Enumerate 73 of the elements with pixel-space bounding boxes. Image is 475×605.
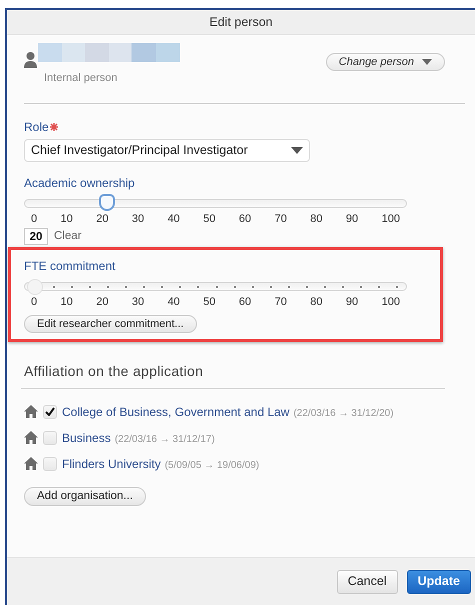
scale-label: 0: [31, 212, 38, 226]
tick-mark: [288, 286, 290, 288]
organisation-name[interactable]: College of Business, Government and Law: [62, 402, 290, 420]
tick-mark: [179, 286, 182, 288]
tick-mark: [324, 286, 326, 288]
house-icon: [24, 457, 38, 470]
add-organisation-button[interactable]: Add organisation...: [24, 486, 146, 506]
section-heading: Affiliation on the application: [24, 362, 204, 381]
scale-label: 70: [274, 212, 287, 226]
scale-label: 0: [31, 295, 38, 310]
checkbox[interactable]: [43, 430, 57, 444]
role-dropdown[interactable]: Chief Investigator/Principal Investigator: [24, 138, 310, 162]
scale-label: 70: [274, 295, 287, 310]
house-icon: [24, 405, 38, 418]
slider-thumb[interactable]: [99, 194, 116, 210]
scale-label: 50: [203, 295, 216, 310]
scale-label: 100: [382, 295, 400, 310]
tick-mark: [396, 286, 398, 288]
tick-mark: [161, 286, 164, 288]
value-input-field[interactable]: 20: [24, 228, 48, 245]
scale-label: 40: [168, 295, 180, 310]
scale-label: 90: [346, 212, 358, 226]
person-icon: [24, 51, 37, 68]
tick-mark: [306, 286, 308, 288]
edit-commitment-button[interactable]: Edit researcher commitment...: [24, 314, 197, 332]
organisation-name[interactable]: Business: [62, 428, 111, 446]
scale-label: 90: [346, 295, 358, 310]
tick-mark: [216, 286, 218, 288]
tick-mark: [53, 286, 56, 288]
scale-label: 30: [132, 212, 144, 226]
clear-link[interactable]: Clear: [54, 229, 82, 244]
check-icon: [45, 407, 55, 416]
scale-label: 20: [96, 212, 108, 226]
organisation-name[interactable]: Flinders University: [62, 454, 161, 472]
slider-label: FTE commitment: [24, 258, 116, 275]
tick-mark: [71, 286, 74, 288]
role-label: Role: [24, 118, 49, 136]
tick-mark: [107, 286, 110, 288]
scale-label: 10: [60, 212, 73, 226]
scale-label: 60: [238, 295, 252, 310]
person-type-label: Internal person: [44, 71, 118, 86]
checkbox[interactable]: [43, 456, 57, 470]
date-range: (22/03/16 → 31/12/17): [114, 432, 215, 446]
change-person-button[interactable]: Change person: [326, 53, 445, 71]
caret-icon: [291, 146, 303, 154]
scale-label: 80: [310, 212, 322, 226]
date-range: (22/03/16 → 31/12/20): [293, 406, 394, 420]
dialog-title: Edit person: [209, 14, 273, 31]
tick-mark: [360, 286, 362, 288]
cancel-button[interactable]: Cancel: [336, 570, 398, 594]
tick-mark: [197, 286, 200, 288]
tick-mark: [342, 286, 344, 288]
tick-mark: [143, 286, 146, 288]
scale-label: 80: [310, 295, 322, 310]
slider-label: Academic ownership: [24, 174, 136, 192]
tick-mark: [125, 286, 128, 288]
scale-label: 20: [96, 295, 108, 310]
tick-mark: [234, 286, 236, 288]
scale-label: 100: [382, 212, 400, 226]
tick-mark: [270, 286, 272, 288]
scale-label: 40: [168, 212, 180, 226]
house-icon: [24, 431, 38, 444]
date-range: (5/09/05 → 19/06/09): [164, 458, 260, 472]
update-button[interactable]: Update: [406, 570, 471, 594]
caret-icon: [422, 59, 432, 65]
scale-label: 30: [132, 295, 144, 310]
tick-mark: [89, 286, 92, 288]
scale-label: 60: [238, 212, 252, 226]
checkbox[interactable]: [43, 404, 57, 418]
scale-label: 10: [60, 295, 73, 310]
scale-label: 50: [203, 212, 216, 226]
tick-mark: [378, 286, 380, 288]
tick-mark: [252, 286, 254, 288]
